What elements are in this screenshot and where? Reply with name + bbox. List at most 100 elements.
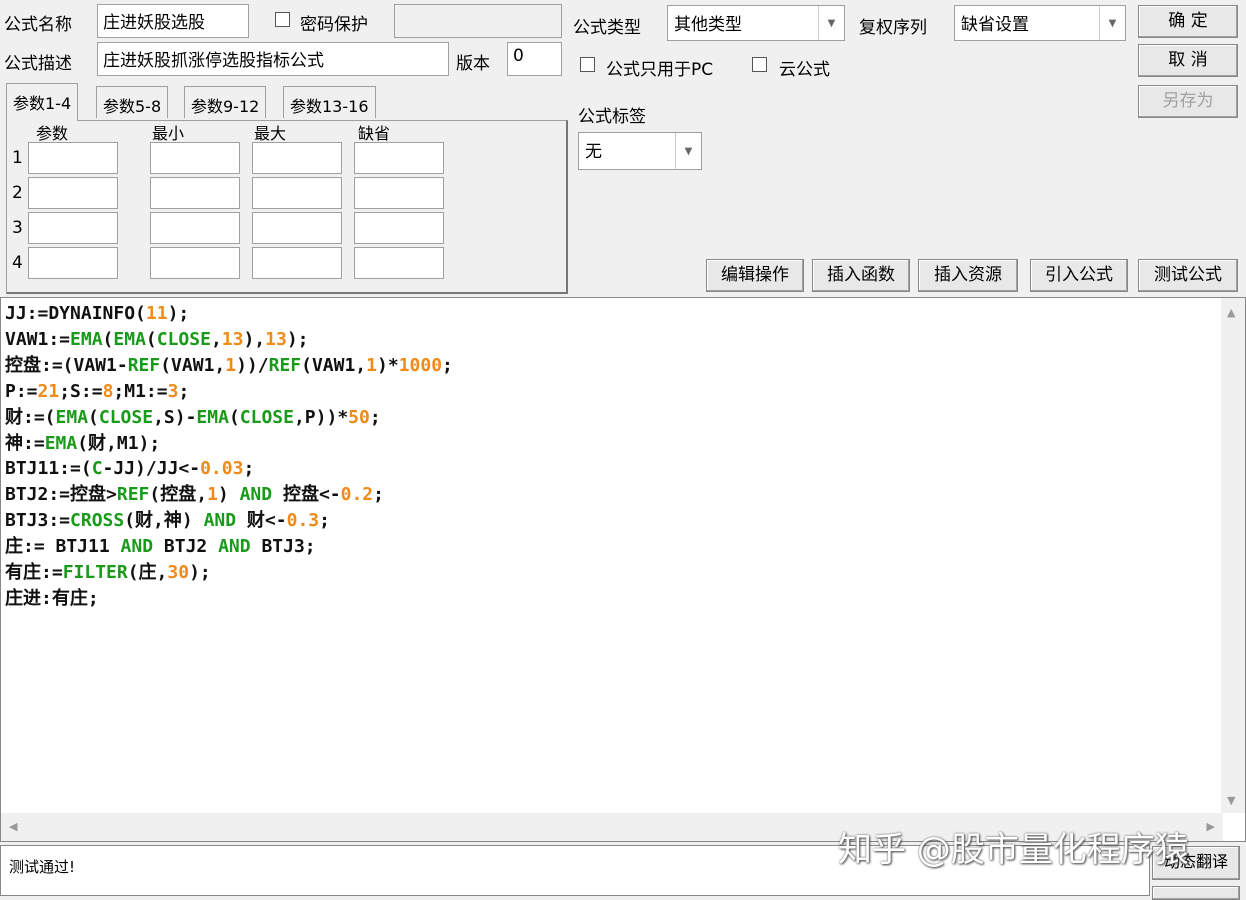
code-function: CLOSE — [156, 328, 211, 350]
code-number: 21 — [37, 380, 60, 402]
code-token: ); — [286, 328, 309, 350]
import-formula-button[interactable]: 引入公式 — [1030, 259, 1128, 292]
code-editor[interactable]: JJ:=DYNAINFO(11); VAW1:=EMA(EMA(CLOSE,13)… — [0, 297, 1246, 842]
param-min-input[interactable] — [150, 142, 240, 174]
code-token: BTJ11:=( — [5, 458, 92, 480]
scroll-left-icon[interactable]: ◀ — [9, 820, 17, 833]
tag-label: 公式标签 — [578, 107, 646, 127]
param-name-input[interactable] — [28, 212, 118, 244]
max-header: 最大 — [254, 124, 287, 143]
tab-params-9-12[interactable]: 参数9-12 — [184, 86, 267, 118]
param-max-input[interactable] — [252, 212, 342, 244]
code-token: (庄, — [127, 562, 168, 584]
tab-params-13-16[interactable]: 参数13-16 — [283, 86, 376, 118]
code-token: 财:=( — [5, 406, 56, 428]
code-function: REF — [127, 354, 161, 376]
code-number: 1 — [225, 354, 237, 376]
chevron-down-icon: ▼ — [818, 6, 844, 40]
formula-desc-input[interactable]: 庄进妖股抓涨停选股指标公式 — [97, 42, 449, 76]
insert-function-button[interactable]: 插入函数 — [812, 259, 910, 292]
code-token: 控盘<- — [272, 484, 341, 506]
code-function: EMA — [70, 328, 103, 350]
code-token: ); — [167, 303, 190, 324]
cancel-button[interactable]: 取 消 — [1138, 44, 1238, 77]
tab-params-5-8[interactable]: 参数5-8 — [96, 86, 169, 118]
code-token: (VAW1, — [301, 354, 367, 376]
param-min-input[interactable] — [150, 212, 240, 244]
version-label: 版本 — [456, 54, 490, 74]
extra-button[interactable] — [1152, 886, 1240, 900]
cloud-checkbox[interactable] — [752, 57, 767, 72]
code-token: ;M1:= — [113, 380, 168, 402]
code-token: ; — [369, 406, 381, 428]
save-as-button[interactable]: 另存为 — [1138, 85, 1238, 118]
vertical-scrollbar[interactable]: ▲ ▼ — [1221, 298, 1245, 813]
rights-label: 复权序列 — [859, 18, 927, 38]
scroll-down-icon[interactable]: ▼ — [1227, 794, 1235, 807]
ok-button[interactable]: 确 定 — [1138, 5, 1238, 38]
code-line: VAW1:=EMA(EMA(CLOSE,13),13); — [5, 327, 453, 353]
rights-select[interactable]: 缺省设置 ▼ — [954, 5, 1126, 41]
param-name-input[interactable] — [28, 247, 118, 279]
formula-type-select[interactable]: 其他类型 ▼ — [667, 5, 845, 41]
code-token: 庄进:有庄; — [5, 587, 99, 609]
param-max-input[interactable] — [252, 142, 342, 174]
code-line: 控盘:=(VAW1-REF(VAW1,1))/REF(VAW1,1)*1000; — [5, 353, 453, 379]
code-number: 1000 — [398, 354, 443, 376]
scroll-right-icon[interactable]: ▶ — [1207, 820, 1215, 833]
code-function: AND — [203, 510, 237, 532]
code-function: CROSS — [70, 510, 125, 532]
code-token: ; — [319, 510, 330, 532]
param-default-input[interactable] — [354, 212, 444, 244]
param-header: 参数 — [36, 124, 69, 143]
insert-resource-button[interactable]: 插入资源 — [918, 259, 1018, 292]
param-min-input[interactable] — [150, 177, 240, 209]
default-header: 缺省 — [358, 124, 391, 143]
code-number: 0.3 — [286, 510, 320, 532]
code-number: 11 — [145, 303, 168, 324]
code-token: (财,M1); — [77, 432, 161, 454]
param-row-number: 1 — [12, 148, 23, 168]
code-function: CLOSE — [98, 406, 154, 428]
pc-only-checkbox[interactable] — [580, 57, 595, 72]
tab-params-1-4[interactable]: 参数1-4 — [6, 83, 79, 121]
code-token: ( — [228, 406, 240, 428]
code-token: P:= — [5, 380, 38, 402]
param-row-number: 2 — [12, 183, 23, 203]
version-input[interactable]: 0 — [507, 42, 562, 76]
param-default-input[interactable] — [354, 247, 444, 279]
type-label: 公式类型 — [573, 18, 641, 38]
chevron-down-icon: ▼ — [675, 133, 701, 169]
code-token: ) — [217, 484, 240, 506]
code-token: ;S:= — [59, 380, 103, 402]
tag-value: 无 — [585, 142, 602, 162]
code-token: ( — [88, 406, 99, 428]
code-text[interactable]: JJ:=DYNAINFO(11); VAW1:=EMA(EMA(CLOSE,13)… — [5, 301, 453, 612]
formula-name-input[interactable]: 庄进妖股选股 — [97, 4, 249, 38]
param-name-input[interactable] — [28, 177, 118, 209]
code-token: ; — [178, 380, 190, 402]
code-number: 3 — [167, 380, 179, 402]
password-checkbox[interactable] — [275, 12, 290, 27]
param-default-input[interactable] — [354, 142, 444, 174]
scroll-up-icon[interactable]: ▲ — [1227, 306, 1235, 319]
chevron-down-icon: ▼ — [1099, 6, 1125, 40]
param-max-input[interactable] — [252, 247, 342, 279]
code-number: 50 — [348, 406, 370, 428]
test-formula-button[interactable]: 测试公式 — [1138, 259, 1238, 292]
password-input[interactable] — [394, 4, 562, 38]
code-function: EMA — [196, 406, 229, 428]
code-number: 13 — [221, 328, 244, 350]
param-row-number: 4 — [12, 253, 23, 273]
code-function: EMA — [44, 432, 78, 454]
param-default-input[interactable] — [354, 177, 444, 209]
code-line: BTJ3:=CROSS(财,神) AND 财<-0.3; — [5, 508, 453, 534]
code-token: )* — [377, 354, 399, 376]
param-name-input[interactable] — [28, 142, 118, 174]
code-function: C — [91, 458, 103, 480]
edit-ops-button[interactable]: 编辑操作 — [706, 259, 804, 292]
param-max-input[interactable] — [252, 177, 342, 209]
code-line: 庄:= BTJ11 AND BTJ2 AND BTJ3; — [5, 534, 453, 560]
tag-select[interactable]: 无 ▼ — [578, 132, 702, 170]
param-min-input[interactable] — [150, 247, 240, 279]
